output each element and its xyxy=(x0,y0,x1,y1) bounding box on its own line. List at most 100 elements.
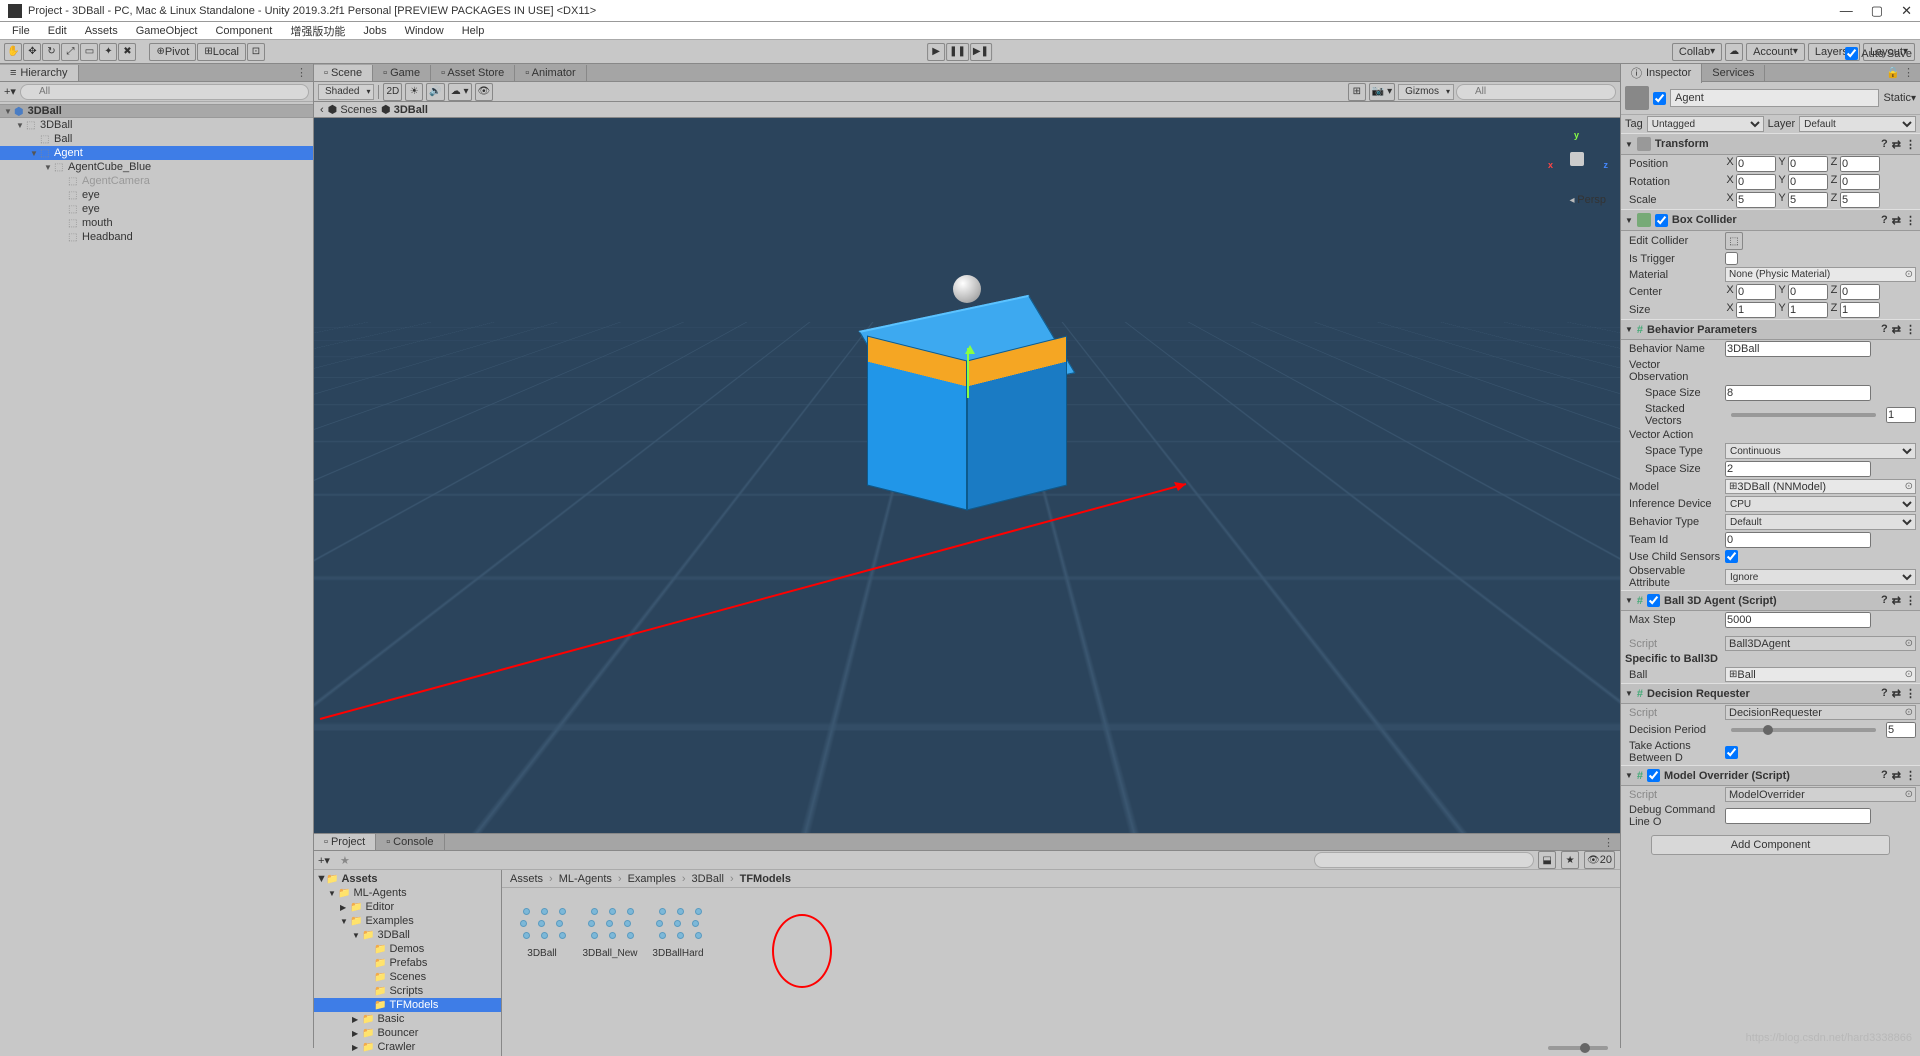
menu-component[interactable]: Component xyxy=(207,24,280,38)
camera-icon[interactable]: 📷 ▾ xyxy=(1369,83,1395,101)
hierarchy-item[interactable]: ⬚Ball xyxy=(0,132,313,146)
inspector-options-icon[interactable]: 🔒 ⋮ xyxy=(1880,66,1920,79)
menu-增强版功能[interactable]: 增强版功能 xyxy=(282,22,353,40)
project-folder[interactable]: 📁Scenes xyxy=(314,970,501,984)
tab-asset-store[interactable]: ▫ Asset Store xyxy=(431,65,515,81)
move-tool-icon[interactable]: ✥ xyxy=(23,43,41,61)
maxstep-field[interactable] xyxy=(1725,612,1871,628)
hierarchy-item[interactable]: ⬚mouth xyxy=(0,216,313,230)
edit-collider-button[interactable]: ⬚ xyxy=(1725,232,1743,250)
back-icon[interactable]: ‹ xyxy=(320,104,324,116)
model-field[interactable]: ⊞3DBall (NNModel) xyxy=(1725,479,1916,494)
behavior-name-field[interactable] xyxy=(1725,341,1871,357)
audio-icon[interactable]: 🔊 xyxy=(426,83,444,101)
project-folder[interactable]: 📁Demos xyxy=(314,942,501,956)
project-folder[interactable]: ▶📁Crawler xyxy=(314,1040,501,1054)
takeactions-checkbox[interactable] xyxy=(1725,746,1738,759)
tab-services[interactable]: Services xyxy=(1702,65,1765,81)
cloud-icon[interactable]: ☁ xyxy=(1725,43,1743,61)
minimize-icon[interactable]: — xyxy=(1840,3,1853,19)
scale-tool-icon[interactable]: ⤢ xyxy=(61,43,79,61)
hierarchy-item[interactable]: ▼⬚Agent xyxy=(0,146,313,160)
modeloverrider-header[interactable]: ▼#Model Overrider (Script)?⇄⋮ xyxy=(1621,765,1920,786)
scale-x[interactable] xyxy=(1736,192,1776,208)
decisionreq-header[interactable]: ▼#Decision Requester?⇄⋮ xyxy=(1621,683,1920,704)
gizmos-dropdown[interactable]: Gizmos xyxy=(1398,84,1454,100)
debug-cmdline-field[interactable] xyxy=(1725,808,1871,824)
pause-icon[interactable]: ❚❚ xyxy=(946,43,969,61)
add-component-button[interactable]: Add Component xyxy=(1651,835,1890,855)
transform-header[interactable]: ▼Transform?⇄⋮ xyxy=(1621,133,1920,155)
decision-slider[interactable] xyxy=(1731,728,1876,732)
step-icon[interactable]: ▶❚ xyxy=(970,43,992,61)
project-folder[interactable]: ▶📁Bouncer xyxy=(314,1026,501,1040)
hierarchy-item[interactable]: ⬚eye xyxy=(0,188,313,202)
teamid-field[interactable] xyxy=(1725,532,1871,548)
hierarchy-item[interactable]: ▼⬚AgentCube_Blue xyxy=(0,160,313,174)
hierarchy-item[interactable]: ⬚Headband xyxy=(0,230,313,244)
scenes-crumb[interactable]: ⬢ Scenes xyxy=(328,103,377,116)
menu-window[interactable]: Window xyxy=(397,24,452,38)
collab-dropdown[interactable]: Collab ▾ xyxy=(1672,43,1722,61)
menu-edit[interactable]: Edit xyxy=(40,24,75,38)
hierarchy-item[interactable]: ▼⬚3DBall xyxy=(0,118,313,132)
project-search[interactable] xyxy=(1314,852,1534,868)
scale-y[interactable] xyxy=(1788,192,1828,208)
breadcrumb-tfmodels[interactable]: TFModels xyxy=(740,873,791,885)
play-icon[interactable]: ▶ xyxy=(927,43,945,61)
project-folder[interactable]: 📁Prefabs xyxy=(314,956,501,970)
space-type-dropdown[interactable]: Continuous xyxy=(1725,443,1916,459)
scale-z[interactable] xyxy=(1840,192,1880,208)
gameobject-icon[interactable] xyxy=(1625,86,1649,110)
istrigger-checkbox[interactable] xyxy=(1725,252,1738,265)
tab-scene[interactable]: ▫ Scene xyxy=(314,65,373,81)
breadcrumb-3dball[interactable]: 3DBall xyxy=(692,873,724,885)
project-folder[interactable]: ▼📁3DBall xyxy=(314,928,501,942)
hidden-icon[interactable]: 👁 xyxy=(475,83,494,101)
rotate-tool-icon[interactable]: ↻ xyxy=(42,43,60,61)
obs-space-size[interactable] xyxy=(1725,385,1871,401)
hierarchy-item[interactable]: ⬚AgentCamera xyxy=(0,174,313,188)
project-folder[interactable]: ▼📁Examples xyxy=(314,914,501,928)
rot-y[interactable] xyxy=(1788,174,1828,190)
pivot-toggle[interactable]: ⊕Pivot xyxy=(149,43,196,61)
scene-viewport[interactable]: y x z ◂ Persp xyxy=(314,118,1620,833)
ball-field[interactable]: ⊞Ball xyxy=(1725,667,1916,682)
project-folder[interactable]: ▼📁ML-Agents xyxy=(314,886,501,900)
snap-icon[interactable]: ⊡ xyxy=(247,43,265,61)
shading-dropdown[interactable]: Shaded xyxy=(318,84,374,100)
menu-file[interactable]: File xyxy=(4,24,38,38)
rot-x[interactable] xyxy=(1736,174,1776,190)
asset-3dballhard[interactable]: 3DBallHard xyxy=(650,900,706,959)
hierarchy-item[interactable]: ⬚eye xyxy=(0,202,313,216)
assets-root[interactable]: ▼📁Assets xyxy=(314,872,501,886)
fx-icon[interactable]: ☁ ▾ xyxy=(448,83,472,101)
menu-jobs[interactable]: Jobs xyxy=(355,24,394,38)
ball3dagent-header[interactable]: ▼#Ball 3D Agent (Script)?⇄⋮ xyxy=(1621,590,1920,611)
create-dropdown-icon[interactable]: +▾ xyxy=(4,85,16,98)
panel-options-icon[interactable]: ⋮ xyxy=(290,66,313,79)
scene-crumb[interactable]: ⬢ 3DBall xyxy=(381,103,428,116)
project-folder[interactable]: 📁Scripts xyxy=(314,984,501,998)
breadcrumb-examples[interactable]: Examples xyxy=(628,873,676,885)
behaviortype-dropdown[interactable]: Default xyxy=(1725,514,1916,530)
child-sensors-checkbox[interactable] xyxy=(1725,550,1738,563)
autosave-toggle[interactable]: Auto Save xyxy=(1845,47,1912,60)
scene-search[interactable] xyxy=(1456,84,1616,100)
rot-z[interactable] xyxy=(1840,174,1880,190)
create-project-dropdown[interactable]: +▾ xyxy=(318,854,330,867)
object-name-field[interactable] xyxy=(1670,89,1879,107)
breadcrumb-ml-agents[interactable]: ML-Agents xyxy=(559,873,612,885)
rect-tool-icon[interactable]: ▭ xyxy=(80,43,98,61)
perspective-label[interactable]: ◂ Persp xyxy=(1569,194,1606,206)
active-checkbox[interactable] xyxy=(1653,92,1666,105)
asset-3dball[interactable]: 3DBall xyxy=(514,900,570,959)
panel-options-icon[interactable]: ⋮ xyxy=(1597,836,1620,849)
project-folder[interactable]: ▶📁Editor xyxy=(314,900,501,914)
pos-x[interactable] xyxy=(1736,156,1776,172)
hand-tool-icon[interactable]: ✋ xyxy=(4,43,22,61)
tab-console[interactable]: ▫ Console xyxy=(376,834,444,850)
favorite-filter-icon[interactable]: ★ xyxy=(1561,851,1579,869)
hidden-packages-icon[interactable]: 👁20 xyxy=(1584,851,1615,869)
boxcollider-header[interactable]: ▼Box Collider?⇄⋮ xyxy=(1621,209,1920,231)
